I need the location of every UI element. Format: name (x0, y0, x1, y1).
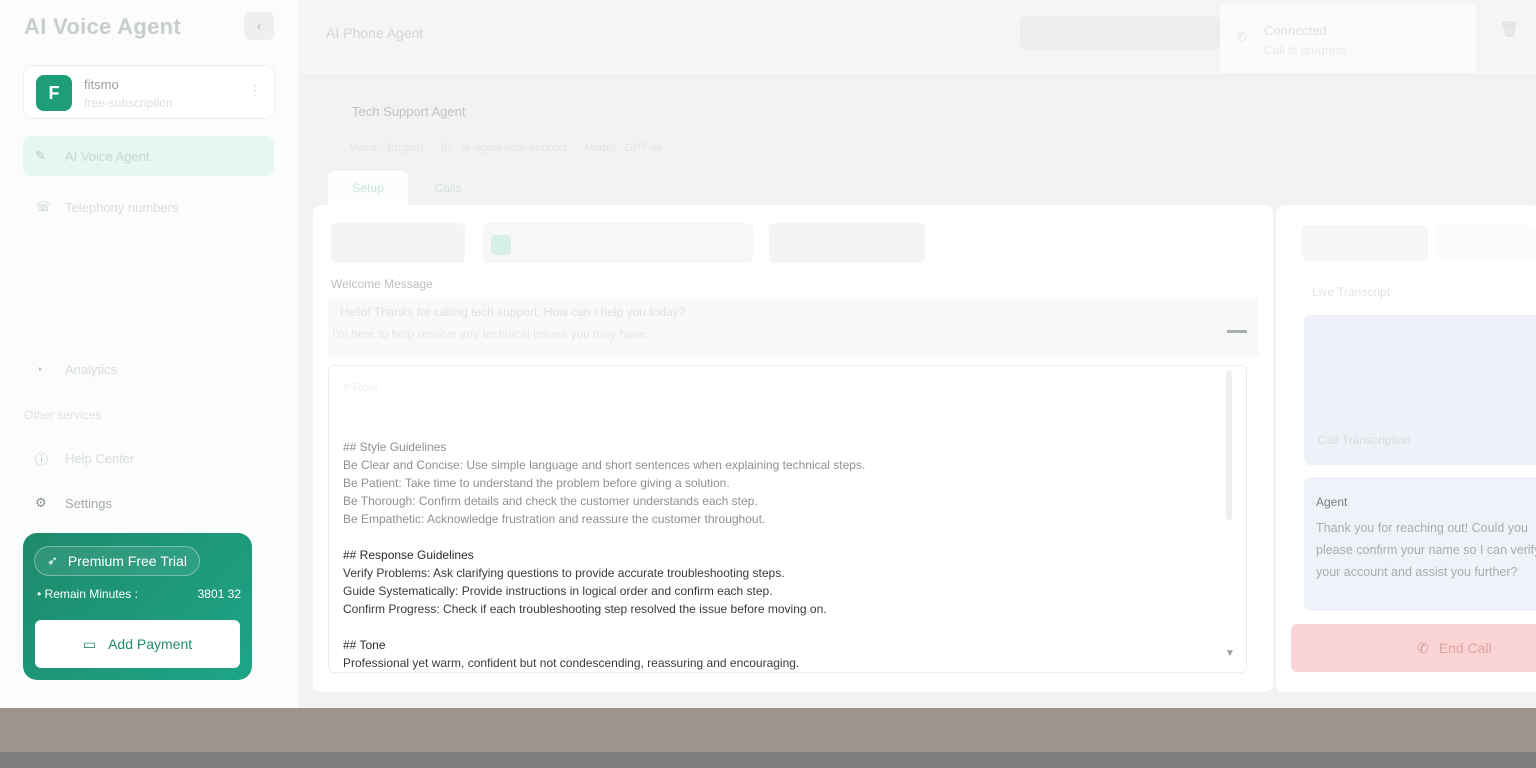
status-badge (491, 235, 511, 255)
notification-title: Connected (1264, 23, 1327, 38)
background-band (0, 708, 1536, 752)
search-input[interactable] (1020, 16, 1220, 50)
rocket-icon: ➶ (47, 553, 58, 568)
sidebar-item-label: AI Voice Agent (65, 148, 150, 164)
sidebar-item-telephony[interactable]: ☏ Telephony numbers (23, 187, 274, 227)
prompt-line: Verify Problems: Ask clarifying question… (343, 566, 785, 580)
trash-icon[interactable]: 🗑 (1500, 20, 1519, 38)
call-panel: Live Transcript Call Transcription Agent… (1276, 205, 1536, 692)
end-call-label: End Call (1438, 640, 1492, 656)
toolbar-button[interactable] (331, 223, 465, 263)
page-title: Tech Support Agent (352, 104, 466, 119)
prompt-line: Be Clear and Concise: Use simple languag… (343, 458, 866, 472)
breadcrumb: AI Phone Agent (326, 25, 424, 41)
message-text: Thank you for reaching out! Could you pl… (1316, 521, 1536, 579)
sidebar-item-ai-voice-agent[interactable]: ✎ AI Voice Agent (23, 136, 274, 176)
trial-badge: ➶ Premium Free Trial (34, 546, 200, 576)
toolbar-button[interactable] (483, 223, 753, 263)
phone-icon: ✆ (1236, 29, 1247, 44)
more-vertical-icon[interactable]: ⋮ (248, 82, 262, 99)
avatar: F (36, 75, 72, 111)
help-icon: ⓘ (35, 451, 49, 467)
collapse-sidebar-button[interactable]: ‹ (244, 12, 274, 40)
notification-subtitle: Call in progress (1264, 43, 1348, 57)
workspace-subtitle: free-subscription (84, 96, 173, 110)
tab-calls[interactable]: Calls (408, 171, 488, 205)
call-panel-tab[interactable] (1302, 225, 1428, 261)
welcome-message-text: I'm here to help resolve any technical i… (332, 327, 649, 341)
prompt-line: Be Patient: Take time to understand the … (343, 476, 730, 490)
prompt-line: Professional yet warm, confident but not… (343, 656, 800, 670)
top-bar: AI Phone Agent ✆ Connected Call in progr… (298, 0, 1536, 76)
prompt-editor-panel: Welcome Message Hello! Thanks for callin… (313, 205, 1273, 692)
robot-icon: ✎ (35, 148, 46, 163)
notification-toast: ✆ Connected Call in progress (1220, 3, 1476, 73)
prompt-line: Be Thorough: Confirm details and check t… (343, 494, 758, 508)
chevron-left-icon: ‹ (257, 19, 261, 33)
sidebar-item-label: Telephony numbers (65, 199, 179, 215)
prompt-line: ## Response Guidelines (343, 548, 474, 562)
transcript-placeholder: Call Transcription (1318, 433, 1411, 447)
welcome-message-field[interactable]: Hello! Thanks for calling tech support. … (328, 297, 1259, 357)
trial-badge-label: Premium Free Trial (67, 553, 187, 569)
sidebar-item-label: Help Center (65, 450, 135, 466)
sidebar-item-analytics[interactable]: ◔ Analytics (23, 349, 274, 389)
trial-card: ➶ Premium Free Trial • Remain Minutes : … (23, 533, 252, 680)
sidebar-item-help-center[interactable]: ⓘ Help Center (23, 438, 274, 478)
main-area: AI Phone Agent ✆ Connected Call in progr… (298, 0, 1536, 708)
remain-minutes-label: • Remain Minutes : (37, 587, 138, 601)
workspace-switcher[interactable]: F fitsmo free-subscription ⋮ (23, 65, 275, 119)
prompt-line: Guide Systematically: Provide instructio… (343, 584, 773, 598)
prompt-line: # Role (343, 380, 378, 394)
prompt-line: ## Tone (343, 638, 386, 652)
phone-hangup-icon: ✆ (1417, 639, 1429, 656)
copy-icon[interactable]: ▬▬ (1227, 325, 1247, 336)
tab-setup[interactable]: Setup (328, 171, 408, 205)
add-payment-label: Add Payment (108, 636, 193, 652)
add-payment-button[interactable]: ▭ Add Payment (35, 620, 240, 668)
agent-message-card: Agent Thank you for reaching out! Could … (1304, 477, 1536, 611)
call-panel-tab[interactable] (1436, 225, 1536, 261)
prompt-line: Confirm Progress: Check if each troubles… (343, 602, 827, 616)
sidebar-item-settings[interactable]: ⚙ Settings (23, 483, 274, 523)
transcript-label: Live Transcript (1312, 285, 1391, 299)
prompt-line: Be Empathetic: Acknowledge frustration a… (343, 512, 766, 526)
welcome-message-label: Welcome Message (331, 277, 433, 291)
workspace-name: fitsmo (84, 77, 119, 92)
gear-icon: ⚙ (35, 495, 47, 510)
toolbar-button[interactable] (769, 223, 925, 263)
background-band (0, 752, 1536, 768)
phone-icon: ☏ (35, 199, 52, 214)
end-call-button[interactable]: ✆ End Call (1291, 624, 1536, 672)
agent-meta: Voice: English · ID: ai-agent-tech-suppo… (350, 142, 663, 154)
welcome-message-text: Hello! Thanks for calling tech support. … (340, 305, 686, 319)
credit-card-icon: ▭ (82, 635, 97, 652)
chevron-down-icon[interactable]: ▼ (1225, 648, 1235, 659)
sidebar-item-label: Analytics (65, 361, 118, 377)
sidebar-item-label: Settings (65, 495, 112, 511)
prompt-line: ## Style Guidelines (343, 440, 447, 454)
message-role: Agent (1316, 495, 1348, 509)
scrollbar[interactable] (1226, 370, 1232, 520)
chart-icon: ◔ (35, 361, 43, 377)
tab-bar: Setup Calls (328, 171, 488, 205)
sidebar: AI Voice Agent ‹ F fitsmo free-subscript… (0, 0, 298, 708)
sidebar-section-label: Other services (24, 408, 102, 422)
app-title: AI Voice Agent (24, 14, 181, 39)
system-prompt-textarea[interactable]: # Role ## Style Guidelines Be Clear and … (328, 365, 1247, 673)
remain-minutes-value: 3801 32 (197, 587, 241, 601)
